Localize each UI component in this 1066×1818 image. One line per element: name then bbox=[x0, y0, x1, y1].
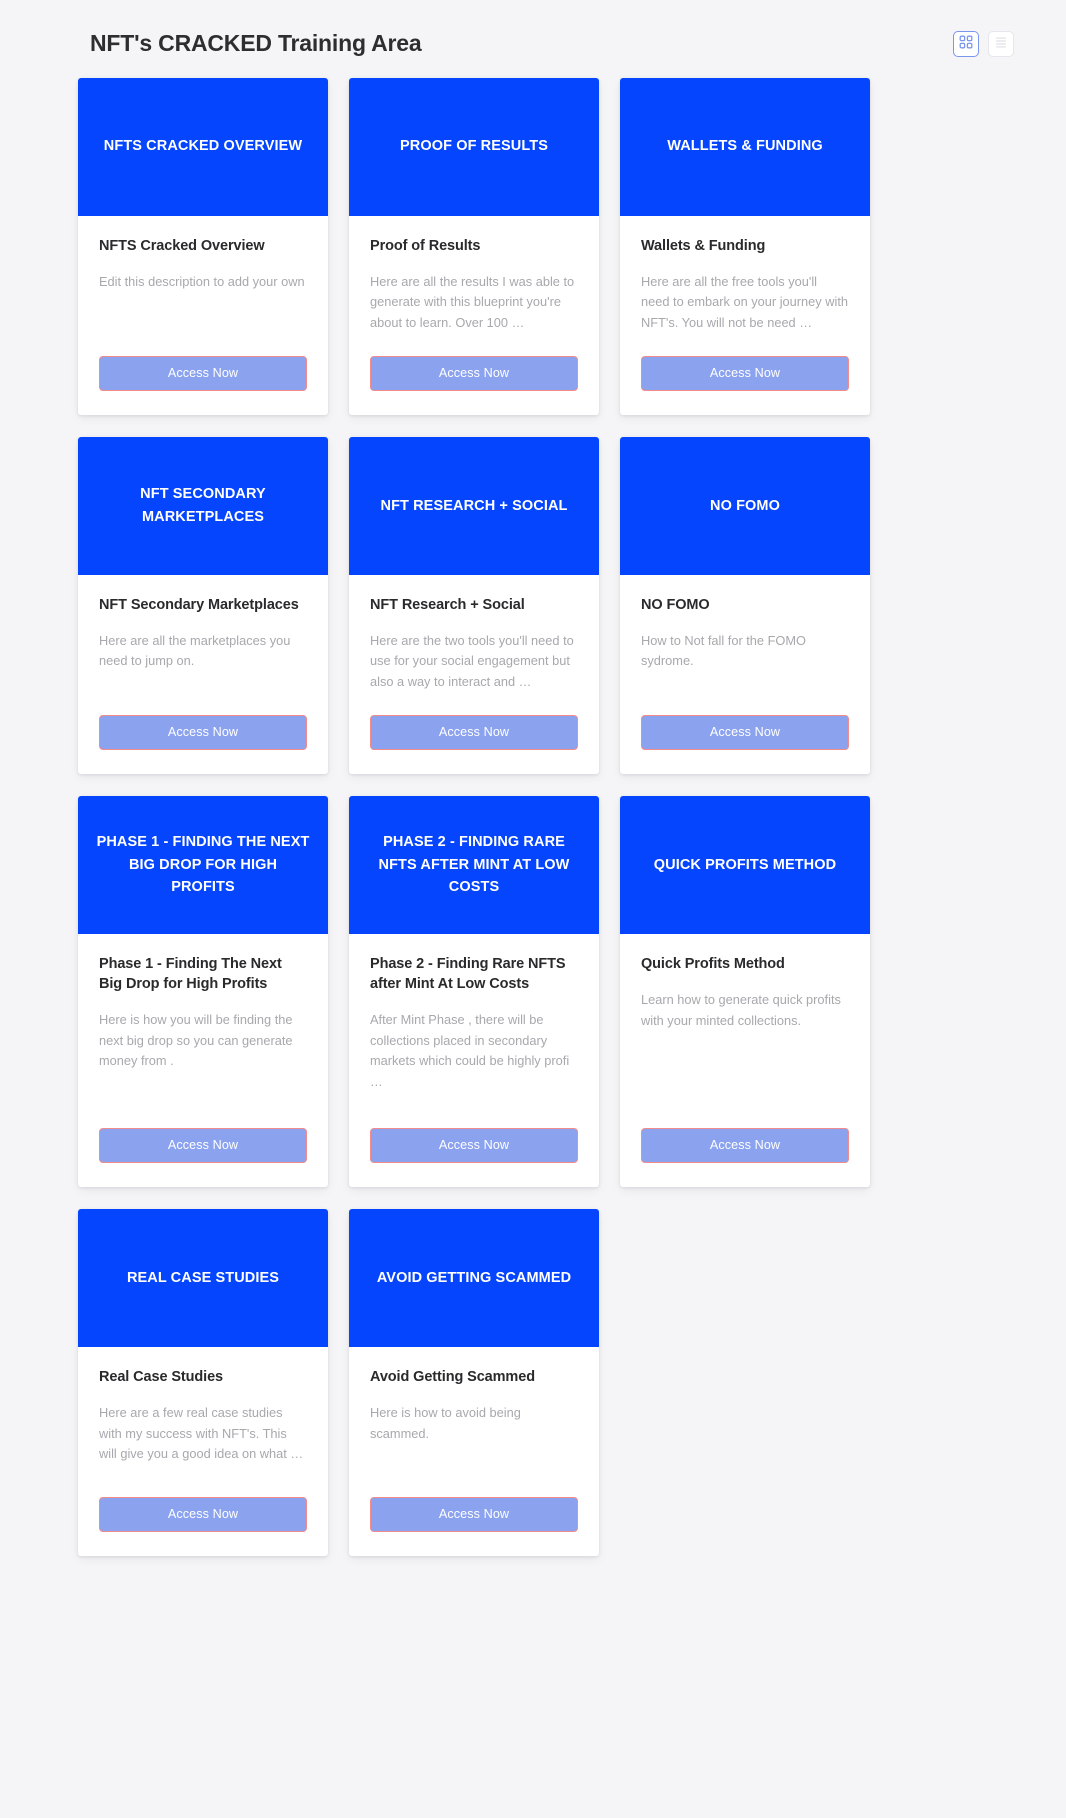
grid-view-button[interactable] bbox=[953, 30, 979, 57]
card-title: Quick Profits Method bbox=[641, 955, 785, 972]
card-footer: Access Now bbox=[620, 1106, 870, 1187]
access-now-button[interactable]: Access Now bbox=[99, 1496, 307, 1532]
card-description: Here is how to avoid being scammed. bbox=[370, 1404, 521, 1441]
view-mode-toggle bbox=[953, 30, 1034, 57]
card-description: How to Not fall for the FOMO sydrome. bbox=[641, 632, 806, 669]
access-now-button[interactable]: Access Now bbox=[99, 1127, 307, 1163]
card-banner: NFTS CRACKED OVERVIEW bbox=[78, 77, 328, 216]
card-footer: Access Now bbox=[349, 1106, 599, 1187]
access-now-button[interactable]: Access Now bbox=[641, 355, 849, 391]
card-footer: Access Now bbox=[78, 693, 328, 774]
card-title: NFT Secondary Marketplaces bbox=[99, 596, 299, 613]
card-title: NO FOMO bbox=[641, 596, 710, 613]
card-description: Edit this description to add your own bbox=[99, 273, 305, 289]
card-body: Phase 1 - Finding The Next Big Drop for … bbox=[78, 934, 328, 1106]
card-body: NO FOMO How to Not fall for the FOMO syd… bbox=[620, 575, 870, 693]
course-card[interactable]: PROOF OF RESULTS Proof of Results Here a… bbox=[349, 77, 599, 415]
card-banner: PROOF OF RESULTS bbox=[349, 77, 599, 216]
card-title: Phase 2 - Finding Rare NFTS after Mint A… bbox=[370, 955, 566, 992]
card-banner: WALLETS & FUNDING bbox=[620, 77, 870, 216]
card-footer: Access Now bbox=[78, 1475, 328, 1556]
course-card[interactable]: PHASE 1 - FINDING THE NEXT BIG DROP FOR … bbox=[78, 795, 328, 1187]
access-now-button[interactable]: Access Now bbox=[370, 1496, 578, 1532]
page-header: NFT's CRACKED Training Area bbox=[0, 0, 1066, 78]
access-now-button[interactable]: Access Now bbox=[99, 355, 307, 391]
card-footer: Access Now bbox=[620, 334, 870, 415]
page-title: NFT's CRACKED Training Area bbox=[90, 30, 422, 56]
card-banner: NFT SECONDARY MARKETPLACES bbox=[78, 436, 328, 575]
card-body: NFT Research + Social Here are the two t… bbox=[349, 575, 599, 693]
card-footer: Access Now bbox=[349, 334, 599, 415]
access-now-button[interactable]: Access Now bbox=[370, 1127, 578, 1163]
card-banner-text: PHASE 1 - FINDING THE NEXT BIG DROP FOR … bbox=[96, 834, 310, 896]
card-banner-text: REAL CASE STUDIES bbox=[126, 1269, 280, 1286]
card-description: Here are all the marketplaces you need t… bbox=[99, 632, 291, 669]
card-body: Avoid Getting Scammed Here is how to avo… bbox=[349, 1347, 599, 1475]
course-card[interactable]: PHASE 2 - FINDING RARE NFTS AFTER MINT A… bbox=[349, 795, 599, 1187]
card-description: Here are the two tools you'll need to us… bbox=[370, 632, 574, 690]
course-card[interactable]: NFT RESEARCH + SOCIAL NFT Research + Soc… bbox=[349, 436, 599, 774]
access-now-button[interactable]: Access Now bbox=[641, 714, 849, 750]
card-description: Here is how you will be finding the next… bbox=[99, 1011, 293, 1069]
card-description: Here are all the free tools you'll need … bbox=[641, 273, 848, 331]
access-now-button[interactable]: Access Now bbox=[370, 714, 578, 750]
card-banner: QUICK PROFITS METHOD bbox=[620, 795, 870, 934]
card-title: NFTS Cracked Overview bbox=[99, 237, 265, 254]
card-banner-text: AVOID GETTING SCAMMED bbox=[376, 1269, 572, 1286]
card-banner: NFT RESEARCH + SOCIAL bbox=[349, 436, 599, 575]
card-banner-text: NFT RESEARCH + SOCIAL bbox=[380, 497, 568, 514]
card-body: NFT Secondary Marketplaces Here are all … bbox=[78, 575, 328, 693]
card-footer: Access Now bbox=[349, 693, 599, 774]
card-footer: Access Now bbox=[78, 334, 328, 415]
card-description: Learn how to generate quick profits with… bbox=[641, 991, 841, 1028]
card-title: Avoid Getting Scammed bbox=[370, 1368, 535, 1385]
card-title: NFT Research + Social bbox=[370, 596, 525, 613]
course-card[interactable]: WALLETS & FUNDING Wallets & Funding Here… bbox=[620, 77, 870, 415]
card-body: Real Case Studies Here are a few real ca… bbox=[78, 1347, 328, 1475]
course-card-grid: NFTS CRACKED OVERVIEW NFTS Cracked Overv… bbox=[0, 77, 1066, 1596]
course-card[interactable]: NFTS CRACKED OVERVIEW NFTS Cracked Overv… bbox=[78, 77, 328, 415]
card-description: Here are all the results I was able to g… bbox=[370, 273, 575, 331]
course-card[interactable]: REAL CASE STUDIES Real Case Studies Here… bbox=[78, 1208, 328, 1556]
card-title: Real Case Studies bbox=[99, 1368, 224, 1385]
card-banner: NO FOMO bbox=[620, 436, 870, 575]
card-banner-text: NO FOMO bbox=[710, 497, 780, 514]
card-title: Phase 1 - Finding The Next Big Drop for … bbox=[99, 955, 282, 992]
card-body: Proof of Results Here are all the result… bbox=[349, 216, 599, 334]
card-body: Phase 2 - Finding Rare NFTS after Mint A… bbox=[349, 934, 599, 1106]
card-body: NFTS Cracked Overview Edit this descript… bbox=[78, 216, 328, 334]
card-banner: PHASE 1 - FINDING THE NEXT BIG DROP FOR … bbox=[78, 795, 328, 934]
card-banner-text: PHASE 2 - FINDING RARE NFTS AFTER MINT A… bbox=[378, 834, 570, 896]
card-footer: Access Now bbox=[620, 693, 870, 774]
card-banner: REAL CASE STUDIES bbox=[78, 1208, 328, 1347]
card-footer: Access Now bbox=[78, 1106, 328, 1187]
card-banner: PHASE 2 - FINDING RARE NFTS AFTER MINT A… bbox=[349, 795, 599, 934]
card-banner-text: PROOF OF RESULTS bbox=[400, 138, 548, 155]
card-description: Here are a few real case studies with my… bbox=[99, 1404, 304, 1462]
card-banner: AVOID GETTING SCAMMED bbox=[349, 1208, 599, 1347]
access-now-button[interactable]: Access Now bbox=[99, 714, 307, 750]
card-banner-text: WALLETS & FUNDING bbox=[667, 138, 823, 155]
access-now-button[interactable]: Access Now bbox=[370, 355, 578, 391]
list-view-button[interactable] bbox=[988, 30, 1014, 57]
card-title: Proof of Results bbox=[370, 237, 481, 254]
course-card[interactable]: NFT SECONDARY MARKETPLACES NFT Secondary… bbox=[78, 436, 328, 774]
course-card[interactable]: NO FOMO NO FOMO How to Not fall for the … bbox=[620, 436, 870, 774]
course-card[interactable]: AVOID GETTING SCAMMED Avoid Getting Scam… bbox=[349, 1208, 599, 1556]
list-icon bbox=[994, 35, 1008, 52]
card-banner-text: QUICK PROFITS METHOD bbox=[653, 856, 837, 873]
card-banner-text: NFT SECONDARY MARKETPLACES bbox=[140, 486, 266, 525]
training-area-page: NFT's CRACKED Training Area NFTS CRACKED… bbox=[0, 0, 1066, 1818]
card-body: Wallets & Funding Here are all the free … bbox=[620, 216, 870, 334]
card-body: Quick Profits Method Learn how to genera… bbox=[620, 934, 870, 1106]
card-banner-text: NFTS CRACKED OVERVIEW bbox=[103, 138, 303, 155]
access-now-button[interactable]: Access Now bbox=[641, 1127, 849, 1163]
card-description: After Mint Phase , there will be collect… bbox=[370, 1011, 570, 1090]
card-footer: Access Now bbox=[349, 1475, 599, 1556]
course-card[interactable]: QUICK PROFITS METHOD Quick Profits Metho… bbox=[620, 795, 870, 1187]
grid-icon bbox=[959, 35, 973, 52]
card-title: Wallets & Funding bbox=[641, 237, 766, 254]
